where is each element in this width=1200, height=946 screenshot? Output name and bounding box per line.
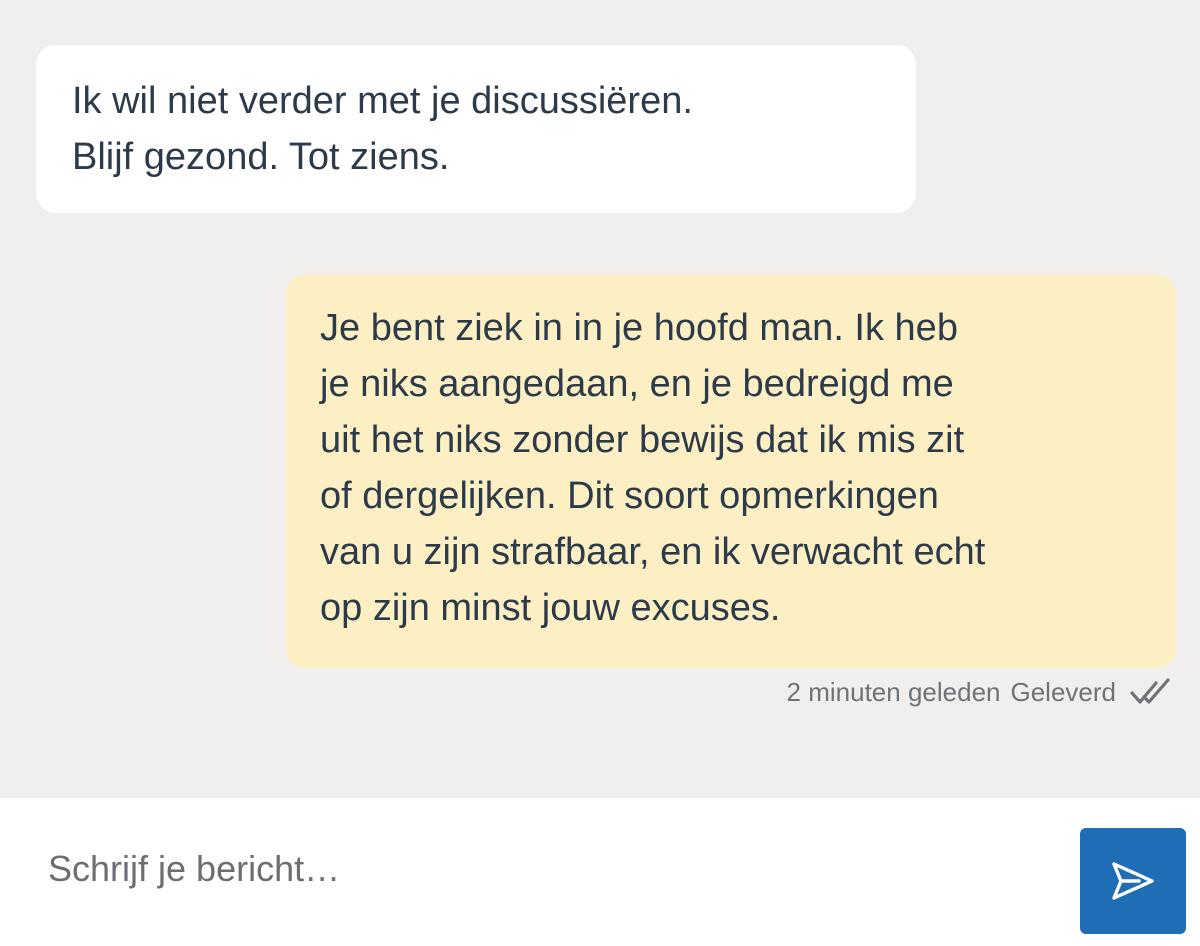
- message-meta: 2 minuten geleden Geleverd: [787, 672, 1174, 712]
- incoming-message-bubble: Ik wil niet verder met je discussiëren. …: [36, 45, 916, 213]
- delivery-status: Geleverd: [1010, 676, 1117, 707]
- send-button[interactable]: [1080, 828, 1186, 934]
- message-thread: Ik wil niet verder met je discussiëren. …: [0, 0, 1200, 798]
- send-icon: [1109, 859, 1157, 903]
- message-input[interactable]: [0, 798, 1060, 946]
- outgoing-message-bubble: Je bent ziek in in je hoofd man. Ik heb …: [286, 274, 1176, 668]
- double-check-icon: [1130, 677, 1174, 707]
- message-composer: [0, 798, 1200, 946]
- message-timestamp: 2 minuten geleden: [786, 676, 1001, 707]
